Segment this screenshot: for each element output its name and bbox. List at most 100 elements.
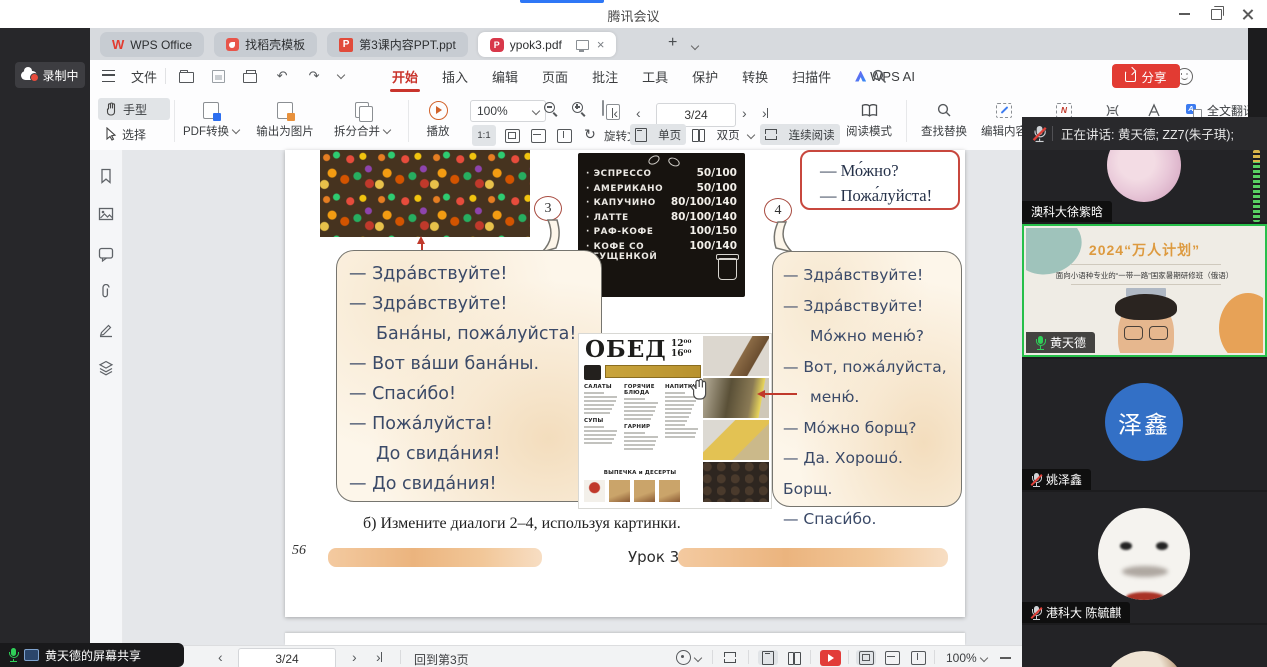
menu-item-7[interactable]: 保护 bbox=[690, 63, 720, 90]
status-single-page-icon[interactable] bbox=[758, 650, 778, 665]
menu-item-5[interactable]: 批注 bbox=[590, 63, 620, 90]
comments-icon[interactable] bbox=[98, 246, 114, 262]
avatar bbox=[1098, 508, 1190, 600]
menu-file[interactable]: 文件 bbox=[131, 67, 157, 86]
status-zoom-level[interactable]: 100% bbox=[946, 651, 987, 665]
bookmark-icon[interactable] bbox=[98, 168, 114, 184]
pdf-convert-button[interactable]: PDF转换 bbox=[180, 99, 242, 139]
continuous-read-button[interactable]: 连续阅读 bbox=[760, 124, 840, 145]
dialog-line: — Спаси́бо! bbox=[349, 379, 589, 409]
coffee-menu-item: · КАПУЧИНО80/100/140 bbox=[586, 196, 737, 208]
recording-badge[interactable]: 录制中 bbox=[15, 62, 85, 88]
menu-item-9[interactable]: 扫描件 bbox=[790, 63, 833, 90]
dialog4-lines: — Здра́вствуйте!— Здра́вствуйте!Мо́жно м… bbox=[783, 260, 951, 535]
avatar bbox=[1107, 150, 1181, 202]
quickbar-dropdown[interactable] bbox=[334, 69, 344, 83]
menu-item-4[interactable]: 页面 bbox=[540, 63, 570, 90]
pen-icon[interactable] bbox=[98, 322, 114, 338]
participant-name-label: 姚泽鑫 bbox=[1022, 469, 1091, 490]
menu-item-8[interactable]: 转换 bbox=[740, 63, 770, 90]
mic-muted-icon[interactable] bbox=[1033, 125, 1045, 141]
find-replace-button[interactable]: 查找替换 bbox=[916, 99, 972, 139]
zoom-level-dropdown[interactable]: 100% bbox=[470, 100, 546, 122]
wps-tab-4[interactable]: Pypok3.pdf× bbox=[478, 32, 617, 57]
participant-video-4[interactable]: 港科大 陈毓麒 bbox=[1022, 492, 1267, 623]
tab-close-icon[interactable]: × bbox=[597, 37, 605, 52]
cloud-recording-icon bbox=[21, 71, 37, 80]
wps-tab-1[interactable]: WWPS Office bbox=[100, 32, 204, 57]
food-photo-fish bbox=[703, 378, 769, 418]
status-page-input[interactable] bbox=[238, 648, 336, 667]
tab-label: 找稻壳模板 bbox=[245, 36, 305, 53]
status-continuous-icon[interactable] bbox=[724, 650, 736, 665]
share-button[interactable]: 分享 bbox=[1112, 64, 1180, 88]
status-double-page-icon[interactable] bbox=[784, 650, 804, 665]
status-next-page[interactable]: › bbox=[352, 649, 357, 665]
participant-video-1[interactable]: 澳科大徐紫晗 bbox=[1022, 150, 1267, 222]
status-fit-height-icon[interactable] bbox=[908, 650, 928, 665]
read-mode-button[interactable]: 阅读模式 bbox=[842, 99, 896, 139]
close-button[interactable] bbox=[1235, 4, 1261, 24]
next-page-button[interactable]: › bbox=[742, 105, 747, 121]
fit-page-button[interactable] bbox=[502, 125, 522, 146]
menu-desserts-header: ВЫПЕЧКА и ДЕСЕРТЫ bbox=[584, 470, 696, 476]
status-prev-page[interactable]: ‹ bbox=[218, 649, 223, 665]
thumbnails-icon[interactable] bbox=[98, 206, 114, 222]
rotate-page-icon[interactable]: ↻ bbox=[580, 124, 600, 145]
lunch-menu-times: 12⁰⁰ 16⁰⁰ bbox=[671, 339, 691, 359]
eye-protect-icon[interactable] bbox=[676, 650, 701, 665]
status-fit-width-icon[interactable] bbox=[882, 650, 902, 665]
menu-item-1[interactable]: 开始 bbox=[390, 63, 420, 90]
maximize-button[interactable] bbox=[1203, 4, 1229, 24]
speaking-indicator-bar: 正在讲话: 黄天德; ZZ7(朱子琪); bbox=[1022, 117, 1267, 150]
first-page-button[interactable]: ‹ bbox=[612, 105, 618, 121]
coffee-cup-doodle bbox=[718, 258, 737, 280]
redo-icon[interactable]: ↷ bbox=[302, 66, 326, 86]
arrange-pages-icon[interactable] bbox=[602, 101, 604, 115]
menu-item-2[interactable]: 插入 bbox=[440, 63, 470, 90]
next-page-top bbox=[285, 633, 965, 645]
play-button[interactable]: 播放 bbox=[416, 99, 460, 139]
meeting-participants-panel: 正在讲话: 黄天德; ZZ7(朱子琪); 澳科大徐紫晗 2024“万人计划” 面… bbox=[1022, 117, 1267, 667]
single-page-button[interactable]: 单页 bbox=[630, 124, 686, 145]
status-play-button[interactable] bbox=[820, 650, 841, 665]
menu-item-6[interactable]: 工具 bbox=[640, 63, 670, 90]
participant-video-2-active-speaker[interactable]: 2024“万人计划” 面向小语种专业的“一带一路”国家暑期研修班（俄语） 黄天德 bbox=[1022, 224, 1267, 357]
back-to-page-button[interactable]: 回到第3页 bbox=[414, 651, 469, 667]
split-merge-button[interactable]: 拆分合并 bbox=[328, 99, 396, 139]
wps-menubar: 文件 ↶ ↷ 开始插入编辑页面批注工具保护转换扫描件WPS AI bbox=[90, 60, 1267, 92]
participant-video-5[interactable] bbox=[1022, 625, 1267, 667]
last-page-button[interactable]: › bbox=[762, 105, 768, 121]
actual-size-button[interactable]: 1:1 bbox=[472, 125, 496, 146]
rotate-left-button[interactable] bbox=[554, 125, 574, 146]
dialog-line: — Здра́вствуйте! bbox=[349, 289, 589, 319]
double-page-button[interactable]: 双页 bbox=[692, 124, 754, 145]
layers-icon[interactable] bbox=[98, 360, 114, 376]
hand-tool-button[interactable]: 手型 bbox=[98, 98, 170, 120]
search-icon[interactable] bbox=[872, 69, 887, 84]
prev-page-button[interactable]: ‹ bbox=[636, 105, 641, 121]
status-last-page[interactable]: › bbox=[376, 649, 382, 665]
recording-label: 录制中 bbox=[42, 67, 78, 84]
tab-list-dropdown[interactable] bbox=[688, 40, 698, 54]
minimize-button[interactable] bbox=[1171, 4, 1197, 24]
fit-width-button[interactable] bbox=[528, 125, 548, 146]
export-image-button[interactable]: 输出为图片 bbox=[248, 99, 322, 139]
participant-video-3[interactable]: 泽鑫 姚泽鑫 bbox=[1022, 359, 1267, 490]
food-photo-kebab bbox=[703, 336, 769, 376]
open-file-icon[interactable] bbox=[174, 66, 198, 86]
wps-tab-2[interactable]: 找稻壳模板 bbox=[214, 32, 317, 57]
attachment-icon[interactable] bbox=[98, 284, 114, 300]
new-tab-button[interactable]: + bbox=[668, 34, 677, 52]
select-tool-button[interactable]: 选择 bbox=[98, 123, 170, 145]
continuous-icon bbox=[765, 129, 777, 140]
print-icon[interactable] bbox=[238, 66, 262, 86]
undo-icon[interactable]: ↶ bbox=[270, 66, 294, 86]
wps-tab-3[interactable]: P第3课内容PPT.ppt bbox=[327, 32, 468, 57]
save-icon[interactable] bbox=[206, 66, 230, 86]
screen-share-pill[interactable]: 黄天德的屏幕共享 bbox=[0, 643, 184, 667]
menu-item-3[interactable]: 编辑 bbox=[490, 63, 520, 90]
status-fit-page-icon[interactable] bbox=[856, 650, 876, 665]
zoom-slider-minus[interactable] bbox=[1000, 650, 1011, 665]
hamburger-icon[interactable] bbox=[102, 70, 115, 82]
